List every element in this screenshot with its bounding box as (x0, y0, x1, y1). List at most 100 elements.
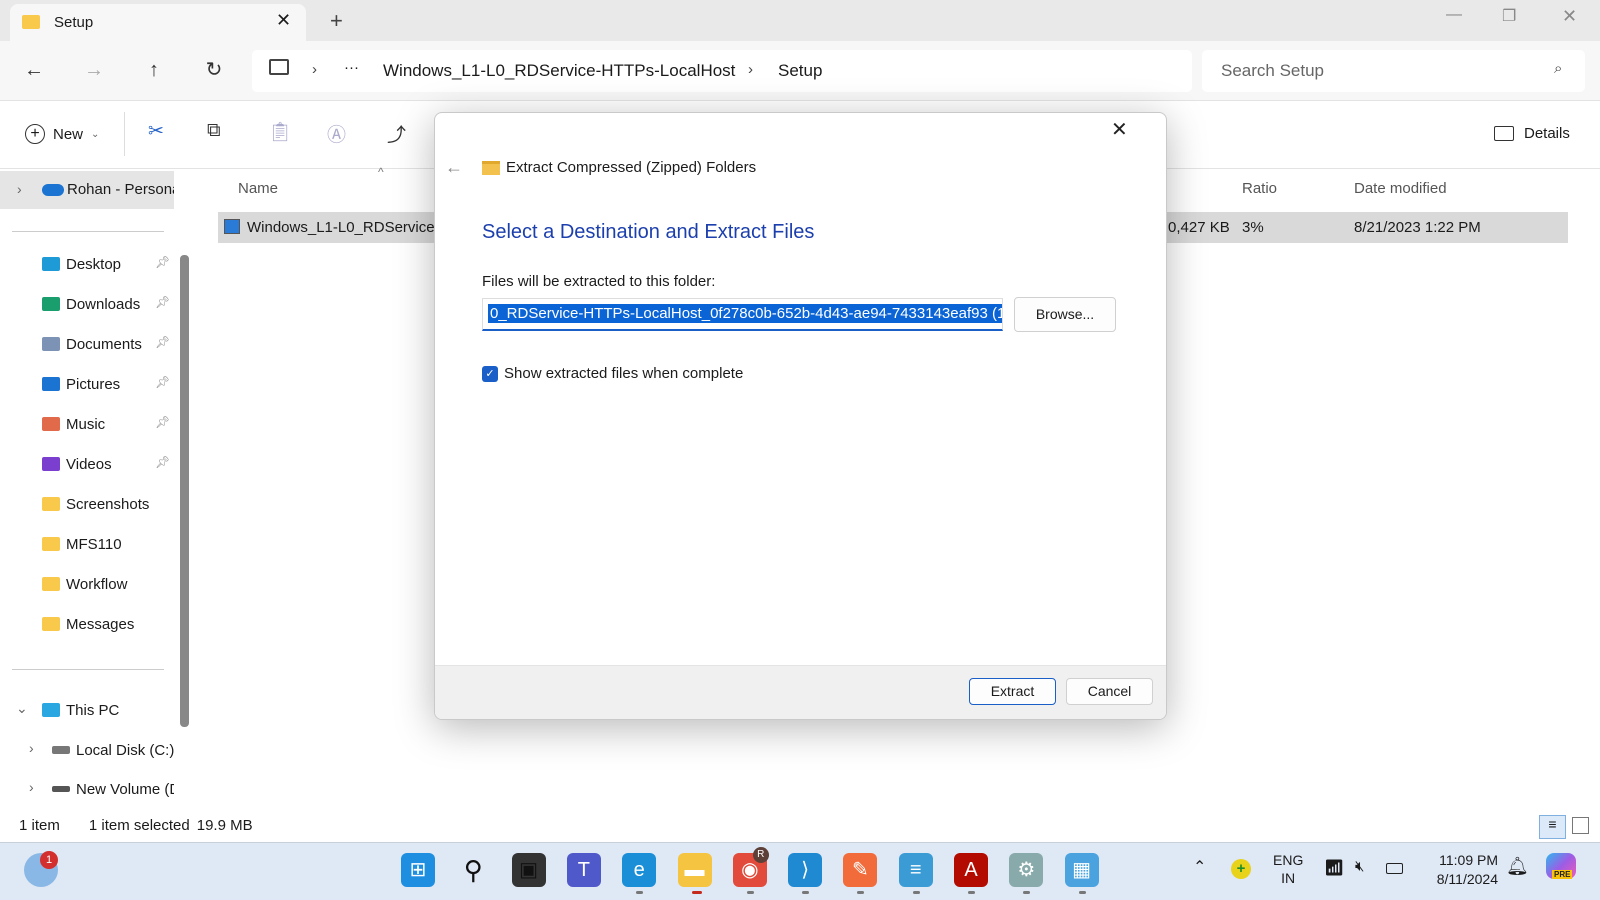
tray-app-icon[interactable]: + (1231, 859, 1251, 879)
column-header-name[interactable]: Name (238, 180, 278, 197)
teams-taskbar-icon[interactable]: T (566, 853, 601, 887)
notification-bell-icon[interactable]: 🔔︎ (1506, 856, 1529, 877)
zip-folder-icon (482, 161, 500, 175)
copilot-icon[interactable]: PRE (1546, 853, 1576, 879)
clock-time: 11:09 PM (1439, 852, 1498, 868)
forward-button[interactable]: → (79, 55, 109, 85)
running-indicator (857, 891, 865, 894)
navigation-pane: › Rohan - Persona Desktop 📌︎ Downloads 📌︎ Do… (0, 169, 196, 814)
sidebar-item-documents[interactable]: Documents (42, 332, 142, 356)
browse-button[interactable]: Browse... (1014, 297, 1116, 332)
running-indicator (912, 891, 920, 894)
sidebar-item-downloads[interactable]: Downloads (42, 292, 140, 316)
edge-taskbar-icon[interactable]: e (622, 853, 657, 887)
start-taskbar-icon[interactable]: ⊞ (401, 853, 435, 887)
postman-taskbar-icon[interactable]: ✎ (843, 853, 878, 887)
tab-setup[interactable]: Setup ✕ (10, 4, 306, 41)
zip-file-icon (224, 219, 240, 234)
rename-icon[interactable]: Ⓐ (327, 120, 346, 147)
file-explorer-taskbar-icon[interactable]: ▬ (677, 853, 712, 887)
column-header-ratio[interactable]: Ratio (1242, 180, 1277, 197)
search-input[interactable]: Search Setup ⌕ (1202, 50, 1585, 92)
breadcrumb-item[interactable]: Setup (778, 61, 822, 81)
mfs110-icon (42, 537, 60, 551)
refresh-button[interactable]: ↻ (199, 55, 229, 85)
sidebar-item-messages[interactable]: Messages (42, 612, 134, 636)
sidebar-item-new-volume[interactable]: New Volume (D (52, 777, 174, 801)
sidebar-item-music[interactable]: Music (42, 412, 105, 436)
close-window-button[interactable]: ✕ (1562, 6, 1577, 27)
settings-taskbar-icon[interactable]: ⚙ (1009, 853, 1044, 887)
sidebar-label: This PC (66, 701, 120, 719)
restore-button[interactable]: ❐ (1502, 6, 1516, 26)
acrobat-taskbar-icon[interactable]: A (954, 853, 988, 887)
details-label: Details (1524, 125, 1570, 142)
back-button[interactable]: ← (19, 55, 49, 85)
notepad-taskbar-icon[interactable]: ≡ (898, 853, 933, 887)
sort-up-icon: ^ (378, 165, 384, 179)
breadcrumb-item[interactable]: Windows_L1-L0_RDService-HTTPs-LocalHost (383, 61, 735, 81)
wifi-icon[interactable]: 📶︎ (1324, 858, 1344, 878)
vscode-taskbar-icon[interactable]: ⟩ (788, 853, 823, 887)
task-view-taskbar-icon[interactable]: ▣ (511, 853, 546, 887)
workflow-icon (42, 577, 60, 591)
column-header-date[interactable]: Date modified (1354, 180, 1447, 197)
sidebar-item-desktop[interactable]: Desktop (42, 252, 121, 276)
sidebar-item-screenshots[interactable]: Screenshots (42, 492, 149, 516)
dialog-title: Extract Compressed (Zipped) Folders (506, 159, 757, 176)
show-hidden-icons-button[interactable]: ⌃ (1193, 857, 1206, 877)
remote-desktop-taskbar-icon[interactable]: ▦ (1064, 853, 1099, 887)
details-button[interactable]: Details (1494, 125, 1570, 142)
desktop-icon (42, 257, 60, 271)
sidebar-item-pictures[interactable]: Pictures (42, 372, 120, 396)
details-view-button[interactable]: ≡ (1539, 815, 1566, 839)
screenshots-icon (42, 497, 60, 511)
notification-badge: 1 (40, 851, 58, 869)
region-code: IN (1281, 870, 1296, 886)
pin-icon: 📌︎ (155, 255, 171, 269)
tiles-view-button[interactable] (1572, 817, 1589, 834)
language-indicator[interactable]: ENG IN (1273, 851, 1303, 887)
downloads-icon (42, 297, 60, 311)
back-arrow-icon[interactable]: ← (445, 157, 463, 178)
pin-icon: 📌︎ (155, 455, 171, 469)
selected-path-text: 0_RDService-HTTPs-LocalHost_0f278c0b-652… (488, 304, 1002, 323)
close-tab-icon[interactable]: ✕ (276, 10, 291, 31)
search-taskbar-icon[interactable]: ⚲ (456, 853, 490, 887)
plus-icon: + (25, 124, 45, 144)
clock[interactable]: 11:09 PM 8/11/2024 (1420, 851, 1498, 889)
paste-icon[interactable]: 📋︎ (268, 120, 292, 144)
breadcrumb-overflow[interactable]: ··· (344, 59, 359, 76)
folder-icon (22, 15, 40, 29)
new-button[interactable]: + New ⌄ (25, 124, 99, 144)
taskbar: 1 ⊞ ⚲ ▣ Te ▬ ◉ R ⟩ ✎ ≡ A ⚙ ▦ ⌃ + ENG IN 📶︎ 🔇︎ 11:09 … (0, 842, 1600, 900)
cloud-icon (42, 184, 64, 196)
messages-icon (42, 617, 60, 631)
sidebar-item-this-pc[interactable]: ⌄ This PC (16, 698, 120, 722)
minimize-button[interactable]: — (1446, 6, 1462, 24)
cut-icon[interactable]: ✂ (148, 120, 164, 143)
extract-button[interactable]: Extract (969, 678, 1056, 705)
sidebar-label: Messages (66, 615, 135, 633)
details-pane-icon (1494, 126, 1514, 141)
destination-path-input[interactable]: 0_RDService-HTTPs-LocalHost_0f278c0b-652… (482, 298, 1003, 331)
sidebar-item-videos[interactable]: Videos (42, 452, 112, 476)
battery-icon[interactable] (1386, 863, 1403, 874)
up-button[interactable]: ↑ (139, 55, 169, 85)
share-icon[interactable]: ⤴ (387, 120, 406, 147)
volume-muted-icon[interactable]: 🔇︎ (1355, 858, 1364, 875)
sidebar-label: MFS110 (66, 535, 122, 553)
sidebar-item-mfs110[interactable]: MFS110 (42, 532, 122, 556)
address-bar[interactable]: › ··· Windows_L1-L0_RDService-HTTPs-Loca… (252, 50, 1192, 92)
sidebar-item-workflow[interactable]: Workflow (42, 572, 127, 596)
close-dialog-button[interactable]: ✕ (1111, 117, 1128, 142)
show-files-checkbox[interactable]: ✓ Show extracted files when complete (482, 365, 743, 382)
cancel-button[interactable]: Cancel (1066, 678, 1153, 705)
sidebar-item-local-disk[interactable]: › Local Disk (C:) (29, 738, 174, 762)
pictures-icon (42, 377, 60, 391)
new-tab-button[interactable]: + (330, 8, 343, 34)
sidebar-scrollbar[interactable] (180, 255, 189, 727)
file-size: 0,427 KB (1168, 219, 1230, 236)
copy-icon[interactable]: ⧉ (207, 120, 221, 142)
sidebar-item-onedrive[interactable]: › Rohan - Persona (0, 171, 174, 209)
